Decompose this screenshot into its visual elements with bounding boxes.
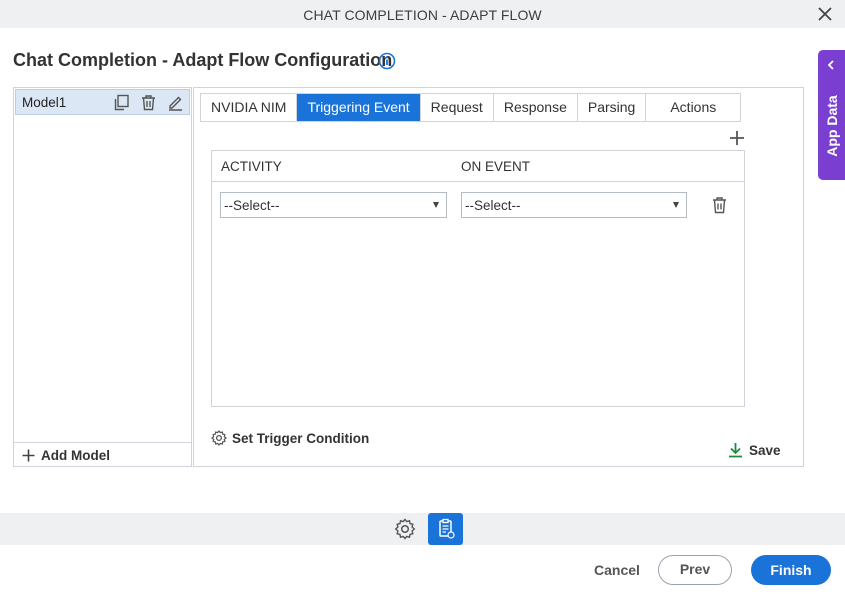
save-button[interactable]: Save bbox=[728, 442, 781, 458]
models-panel: Model1 Add Model bbox=[13, 87, 192, 467]
document-icon bbox=[439, 518, 455, 539]
title-bar: CHAT COMPLETION - ADAPT FLOW bbox=[0, 0, 845, 28]
delete-row-icon[interactable] bbox=[711, 196, 728, 214]
table-header: ACTIVITY ON EVENT bbox=[212, 151, 744, 182]
app-data-tab[interactable]: App Data bbox=[818, 50, 845, 180]
tab-nvidia-nim[interactable]: NVIDIA NIM bbox=[201, 94, 298, 121]
tab-response[interactable]: Response bbox=[494, 94, 578, 121]
bottom-toolbar bbox=[0, 513, 845, 545]
cancel-button[interactable]: Cancel bbox=[594, 562, 640, 578]
prev-button[interactable]: Prev bbox=[658, 555, 732, 585]
settings-icon[interactable] bbox=[394, 518, 416, 540]
app-data-label: App Data bbox=[823, 95, 840, 157]
info-icon[interactable] bbox=[378, 52, 396, 70]
copy-icon[interactable] bbox=[113, 94, 130, 111]
trigger-table: ACTIVITY ON EVENT --Select-- --Select-- bbox=[211, 150, 745, 407]
page-title: Chat Completion - Adapt Flow Configurati… bbox=[13, 50, 393, 70]
add-model-label: Add Model bbox=[41, 448, 110, 463]
column-activity: ACTIVITY bbox=[221, 159, 282, 174]
activity-select-value: --Select-- bbox=[224, 198, 280, 213]
form-data-button[interactable] bbox=[428, 513, 463, 545]
download-icon bbox=[729, 443, 742, 458]
chevron-left-icon bbox=[827, 60, 834, 70]
activity-select[interactable]: --Select-- bbox=[220, 192, 447, 218]
model-name: Model1 bbox=[22, 95, 67, 110]
model-item[interactable]: Model1 bbox=[15, 89, 190, 115]
window-title: CHAT COMPLETION - ADAPT FLOW bbox=[303, 7, 542, 23]
set-trigger-condition-button[interactable]: Set Trigger Condition bbox=[211, 430, 369, 446]
tab-request[interactable]: Request bbox=[421, 94, 494, 121]
chevron-down-icon bbox=[433, 202, 439, 208]
finish-button[interactable]: Finish bbox=[751, 555, 831, 585]
on-event-select[interactable]: --Select-- bbox=[461, 192, 687, 218]
add-row-icon[interactable] bbox=[729, 130, 745, 146]
column-on-event: ON EVENT bbox=[461, 159, 531, 174]
close-icon[interactable] bbox=[817, 6, 833, 22]
save-label: Save bbox=[749, 442, 781, 458]
plus-icon bbox=[22, 449, 35, 462]
on-event-select-value: --Select-- bbox=[465, 198, 521, 213]
tab-triggering-event[interactable]: Triggering Event bbox=[297, 94, 421, 121]
delete-icon[interactable] bbox=[140, 94, 157, 111]
models-footer: Add Model bbox=[14, 442, 191, 467]
gear-icon bbox=[211, 430, 227, 446]
config-panel: NVIDIA NIM Triggering Event Request Resp… bbox=[193, 87, 804, 467]
chevron-down-icon bbox=[673, 202, 679, 208]
set-trigger-condition-label: Set Trigger Condition bbox=[232, 430, 370, 446]
edit-icon[interactable] bbox=[167, 94, 184, 111]
tab-bar: NVIDIA NIM Triggering Event Request Resp… bbox=[200, 93, 742, 122]
tab-actions[interactable]: Actions bbox=[646, 94, 740, 121]
add-model-button[interactable]: Add Model bbox=[22, 448, 110, 463]
tab-parsing[interactable]: Parsing bbox=[578, 94, 647, 121]
